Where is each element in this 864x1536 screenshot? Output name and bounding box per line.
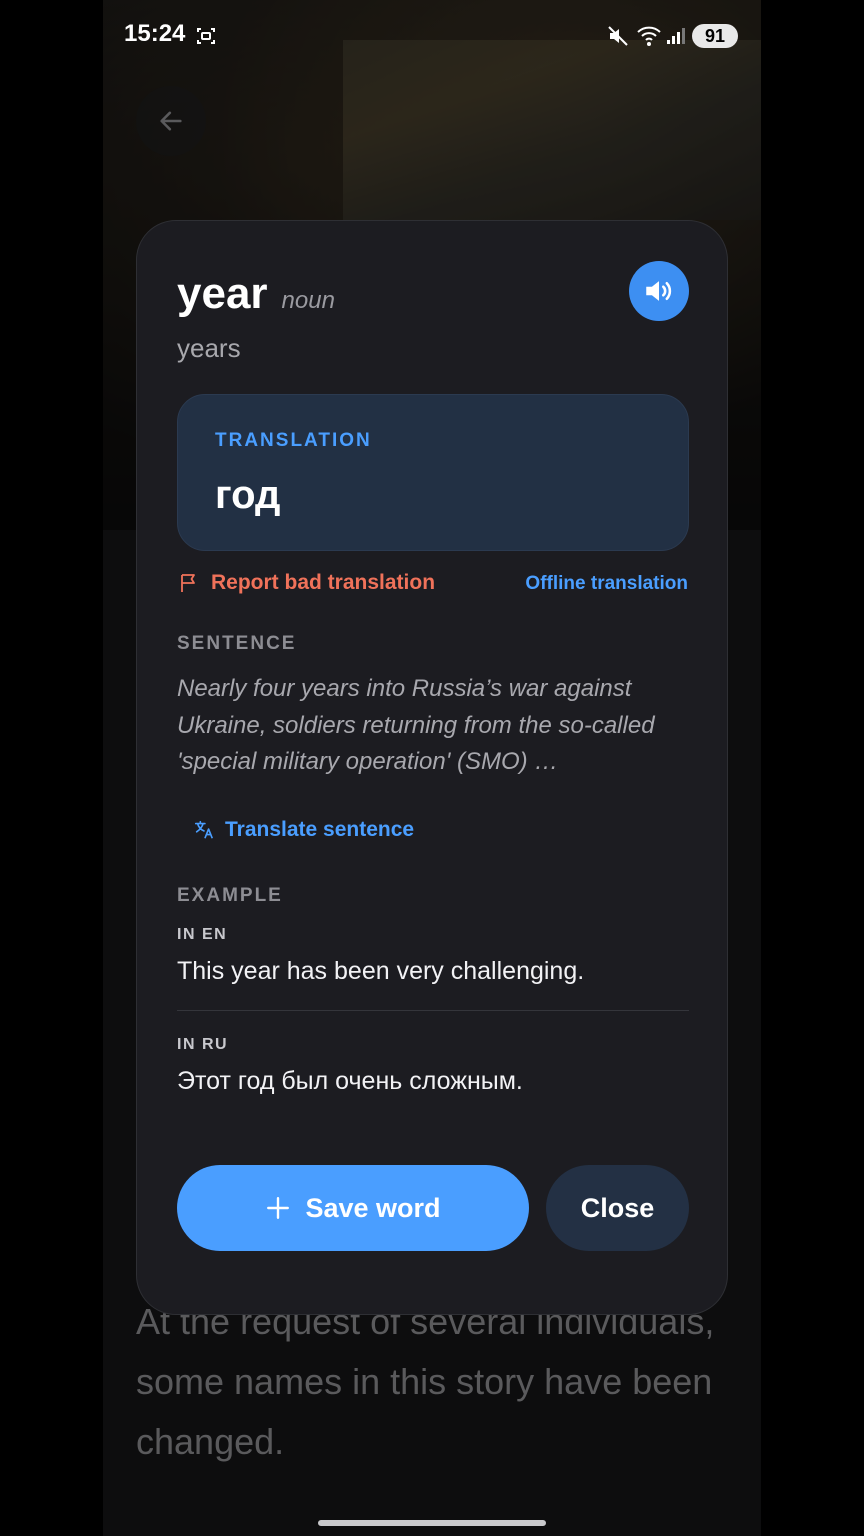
word-plural: years xyxy=(177,333,241,363)
word-header: year noun xyxy=(177,269,335,319)
example-divider xyxy=(177,1010,689,1011)
word-title: year xyxy=(177,269,268,318)
mute-icon xyxy=(608,26,628,46)
save-word-label: Save word xyxy=(305,1192,441,1223)
pronounce-button[interactable] xyxy=(629,261,689,321)
word-detail-sheet: year noun years TRANSLATION год Report b… xyxy=(136,220,728,1315)
example-ru-label: IN RU xyxy=(177,1036,229,1053)
close-button[interactable]: Close xyxy=(546,1165,689,1251)
translation-label: TRANSLATION xyxy=(215,430,372,451)
screenshot-icon xyxy=(197,28,215,44)
signal-icon xyxy=(667,28,685,44)
translation-card: TRANSLATION год xyxy=(177,394,689,551)
flag-icon xyxy=(181,574,195,592)
status-bar: 15:24 91 xyxy=(0,0,864,72)
sentence-label: SENTENCE xyxy=(177,633,297,654)
translate-sentence-button[interactable]: Translate sentence xyxy=(193,818,414,842)
save-word-button[interactable]: Save word xyxy=(177,1165,529,1251)
part-of-speech: noun xyxy=(281,287,335,314)
offline-translation-label: Offline translation xyxy=(525,573,688,594)
example-label: EXAMPLE xyxy=(177,885,283,906)
battery-indicator: 91 xyxy=(692,24,738,48)
report-label: Report bad translation xyxy=(211,571,436,594)
sentence-text: Nearly four years into Russia’s war agai… xyxy=(177,675,655,775)
translate-sentence-label: Translate sentence xyxy=(225,818,415,841)
report-bad-translation-link[interactable]: Report bad translation xyxy=(177,571,435,595)
wifi-icon xyxy=(637,26,661,46)
plus-icon xyxy=(267,1197,290,1219)
translate-icon xyxy=(194,820,214,839)
example-en-label: IN EN xyxy=(177,926,228,943)
close-label: Close xyxy=(580,1192,655,1223)
example-ru-text: Этот год был очень сложным. xyxy=(177,1067,523,1095)
status-time: 15:24 xyxy=(124,20,186,47)
translation-value: год xyxy=(215,473,281,517)
home-indicator[interactable] xyxy=(318,1520,546,1526)
speaker-icon xyxy=(646,281,672,301)
example-en-text: This year has been very challenging. xyxy=(177,957,585,985)
